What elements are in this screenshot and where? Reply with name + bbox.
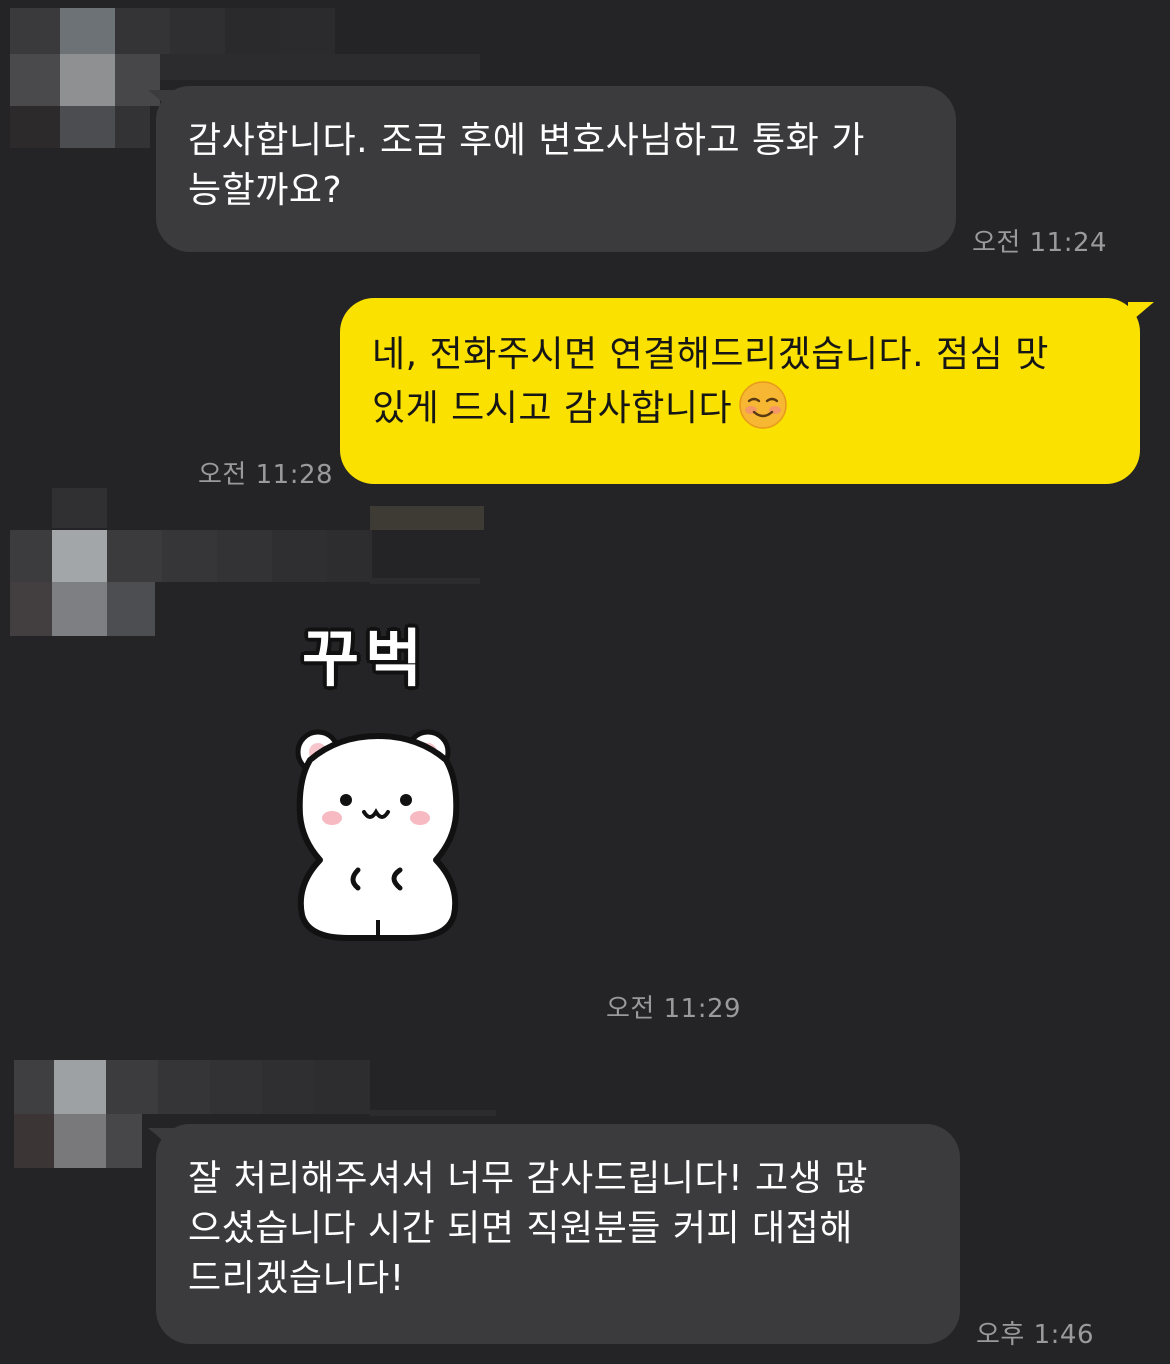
message-text-line: 드리겠습니다! — [188, 1258, 405, 1299]
bowing-bear-sticker[interactable]: 꾸벅 — [280, 590, 470, 950]
message-text-line: 으셨습니다 시간 되면 직원분들 커피 대접해 — [188, 1208, 853, 1249]
message-bubble[interactable]: 잘 처리해주셔서 너무 감사드립니다! 고생 많 으셨습니다 시간 되면 직원분… — [156, 1124, 960, 1344]
message-timestamp: 오전 11:29 — [606, 994, 742, 1024]
message-timestamp: 오전 11:28 — [198, 460, 334, 490]
message-text-line: 감사합니다. 조금 후에 변호사님하고 통화 가 — [188, 120, 865, 161]
message-timestamp: 오후 1:46 — [976, 1320, 1094, 1350]
message-timestamp: 오전 11:24 — [972, 228, 1108, 258]
message-bubble-mine[interactable]: 네, 전화주시면 연결해드리겠습니다. 점심 맛 있게 드시고 감사합니다 — [340, 298, 1140, 484]
bubble-tail — [1128, 302, 1154, 324]
smiling-face-emoji-icon — [739, 381, 787, 429]
sticker-caption: 꾸벅 — [302, 622, 429, 695]
message-text-line: 잘 처리해주셔서 너무 감사드립니다! 고생 많 — [188, 1158, 868, 1199]
message-text-line: 능할까요? — [188, 170, 343, 211]
message-text-line-with-emoji: 있게 드시고 감사합니다 — [372, 380, 1110, 434]
message-text: 있게 드시고 감사합니다 — [372, 388, 733, 429]
bear-icon — [295, 729, 460, 941]
message-text-line: 네, 전화주시면 연결해드리겠습니다. 점심 맛 — [372, 334, 1049, 375]
message-bubble[interactable]: 감사합니다. 조금 후에 변호사님하고 통화 가 능할까요? — [156, 86, 956, 252]
